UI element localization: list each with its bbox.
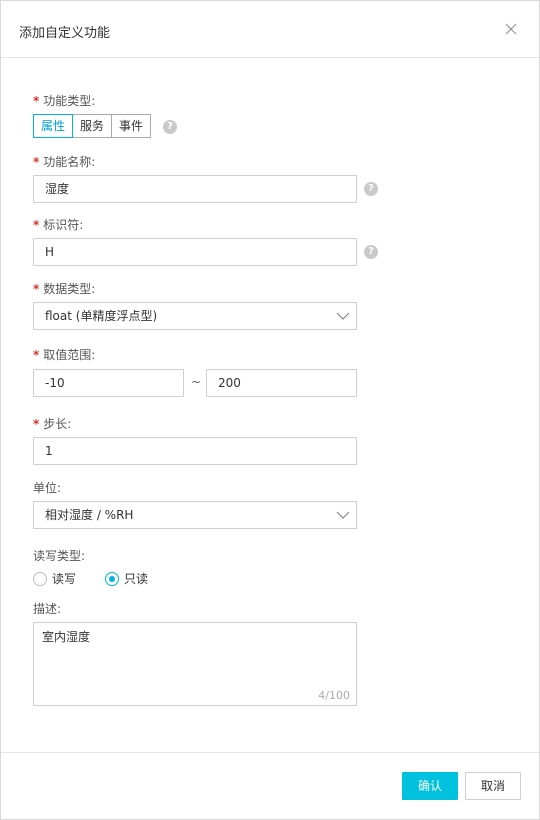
function-name-label-text: 功能名称:: [43, 155, 96, 169]
confirm-button[interactable]: 确认: [402, 772, 458, 800]
char-counter: 4/100: [318, 689, 350, 702]
cancel-button[interactable]: 取消: [465, 772, 521, 800]
identifier-input[interactable]: H: [33, 238, 357, 266]
radio-read-only[interactable]: 只读: [105, 570, 148, 587]
range-min-input[interactable]: -10: [33, 369, 184, 397]
function-name-input[interactable]: 湿度: [33, 175, 357, 203]
function-type-option-property[interactable]: 属性: [33, 114, 74, 138]
identifier-label: * 标识符:: [33, 216, 83, 233]
help-icon[interactable]: ?: [163, 120, 177, 134]
function-type-option-event[interactable]: 事件: [111, 114, 152, 138]
required-mark: *: [33, 218, 40, 232]
identifier-label-text: 标识符:: [43, 218, 84, 232]
rw-type-label: 读写类型:: [33, 549, 86, 563]
data-type-label-text: 数据类型:: [43, 282, 96, 296]
range-separator: ~: [191, 375, 202, 389]
description-textarea[interactable]: 室内湿度 4/100: [33, 622, 357, 706]
function-type-label: * 功能类型:: [33, 92, 95, 109]
step-label-text: 步长:: [43, 417, 72, 431]
chevron-down-icon: [336, 312, 350, 320]
step-label: * 步长:: [33, 415, 71, 432]
value-range-label: * 取值范围:: [33, 346, 95, 363]
radio-read-only-label: 只读: [124, 572, 149, 586]
radio-read-write-label: 读写: [52, 572, 77, 586]
description-label: 描述:: [33, 602, 62, 616]
description-value: 室内湿度: [42, 630, 91, 644]
close-button[interactable]: [501, 19, 521, 39]
required-mark: *: [33, 417, 40, 431]
required-mark: *: [33, 94, 40, 108]
function-name-label: * 功能名称:: [33, 153, 95, 170]
required-mark: *: [33, 348, 40, 362]
required-mark: *: [33, 282, 40, 296]
dialog-title: 添加自定义功能: [19, 26, 111, 41]
function-type-segmented: 属性 服务 事件: [33, 114, 152, 138]
step-input[interactable]: 1: [33, 437, 357, 465]
required-mark: *: [33, 155, 40, 169]
data-type-label: * 数据类型:: [33, 280, 95, 297]
function-type-label-text: 功能类型:: [43, 94, 96, 108]
data-type-select[interactable]: float (单精度浮点型): [33, 302, 357, 330]
help-icon[interactable]: ?: [364, 182, 378, 196]
radio-unchecked-icon: [33, 571, 47, 586]
dialog-header: 添加自定义功能: [1, 1, 539, 58]
radio-checked-icon: [105, 571, 119, 586]
close-icon: [505, 23, 517, 35]
radio-read-write[interactable]: 读写: [33, 570, 76, 587]
value-range-label-text: 取值范围:: [43, 348, 96, 362]
chevron-down-icon: [336, 511, 350, 519]
function-type-option-service[interactable]: 服务: [72, 114, 113, 138]
help-icon[interactable]: ?: [364, 245, 378, 259]
unit-value: 相对湿度 / %RH: [45, 508, 134, 522]
range-max-input[interactable]: 200: [206, 369, 357, 397]
unit-label: 单位:: [33, 481, 62, 495]
unit-select[interactable]: 相对湿度 / %RH: [33, 501, 357, 529]
data-type-value: float (单精度浮点型): [45, 309, 158, 323]
footer-divider: [1, 752, 539, 753]
add-custom-function-dialog: 添加自定义功能 * 功能类型: 属性 服务 事件 ? * 功能名称: 湿度 ? * 标…: [0, 0, 540, 820]
